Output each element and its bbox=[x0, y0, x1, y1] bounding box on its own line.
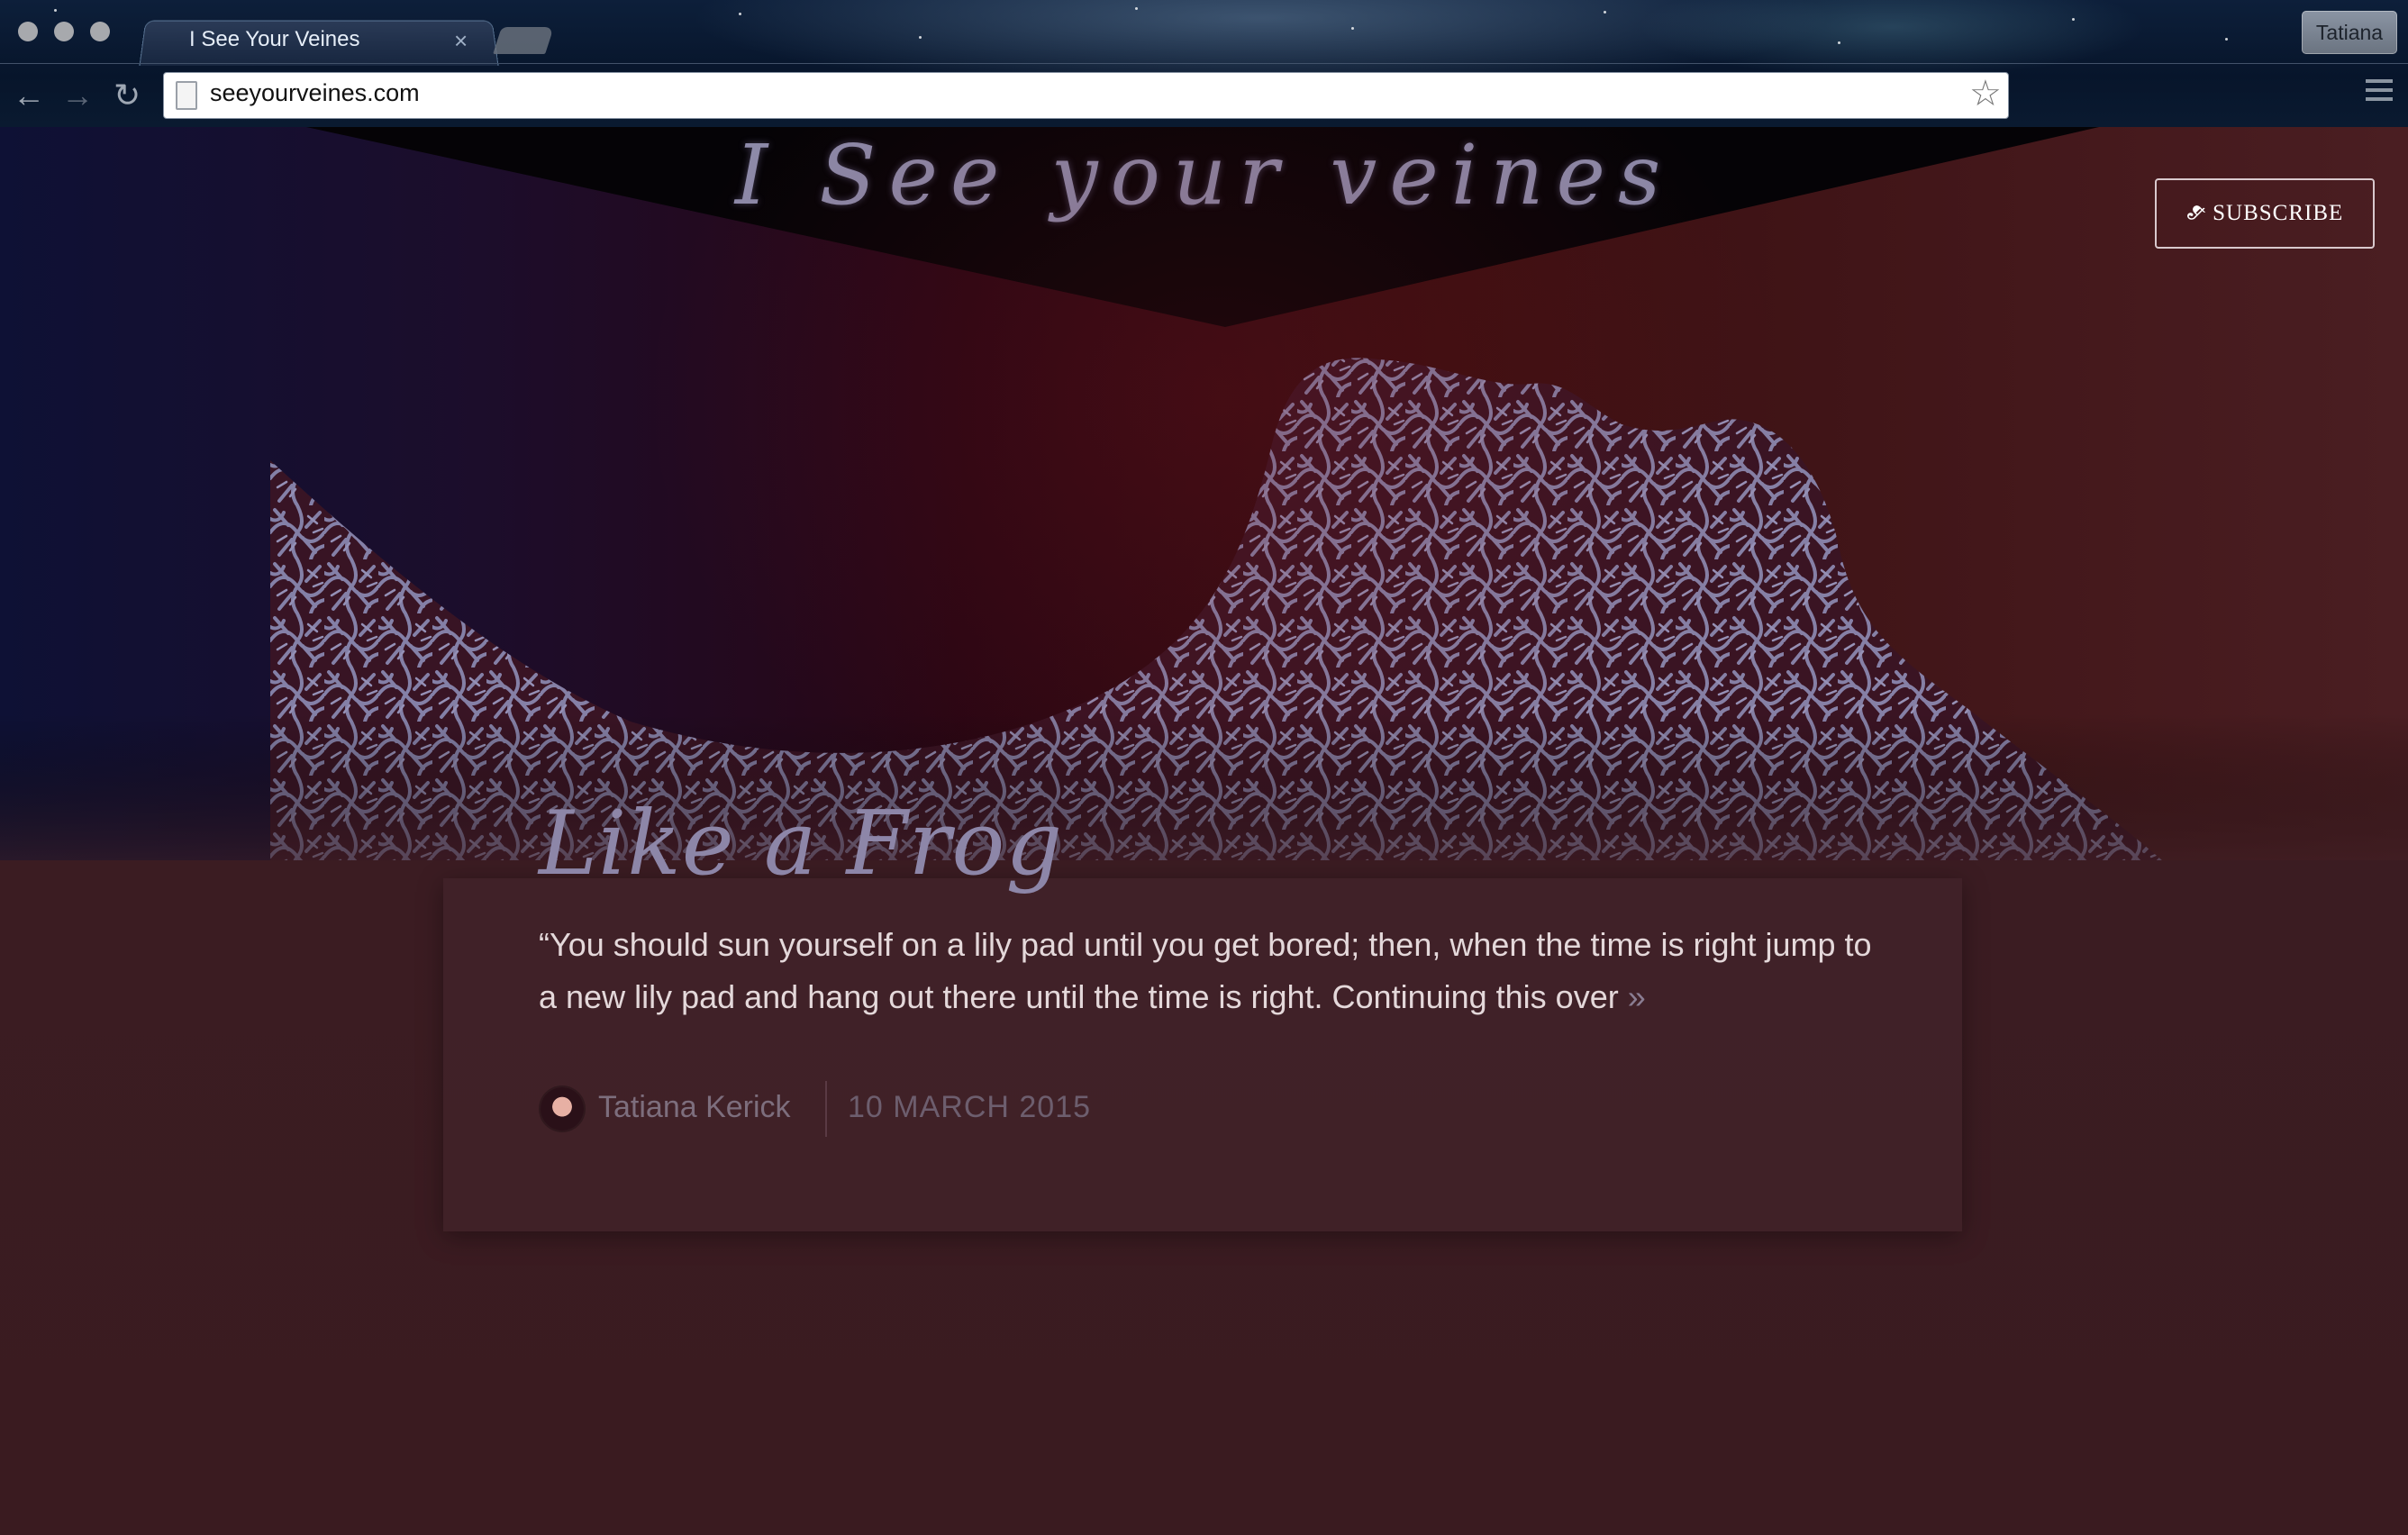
window-zoom-button[interactable] bbox=[90, 22, 110, 41]
site-title[interactable]: I See your veines bbox=[0, 127, 2408, 223]
read-more-link[interactable]: » bbox=[1628, 978, 1646, 1015]
window-close-button[interactable] bbox=[18, 22, 38, 41]
rss-icon: ❡ bbox=[2180, 199, 2209, 228]
hamburger-menu-icon[interactable] bbox=[2366, 79, 2393, 106]
tab-title: I See Your Veines bbox=[189, 27, 360, 52]
vein-mountain-illustration bbox=[0, 127, 2408, 860]
forward-icon[interactable]: → bbox=[61, 79, 94, 112]
post-date: 10 MARCH 2015 bbox=[848, 1090, 1091, 1125]
address-bar[interactable] bbox=[163, 72, 2009, 119]
toolbar-divider bbox=[0, 63, 2408, 64]
tab-close-icon[interactable]: × bbox=[454, 27, 468, 55]
browser-chrome: I See Your Veines × Tatiana ← → ↻ seeyou… bbox=[0, 0, 2408, 127]
author-avatar[interactable] bbox=[541, 1087, 584, 1131]
subscribe-label: SUBSCRIBE bbox=[2213, 201, 2343, 226]
meta-divider bbox=[825, 1081, 827, 1137]
url-text[interactable]: seeyourveines.com bbox=[210, 79, 420, 107]
web-page: I See your veines ❡ SUBSCRIBE bbox=[0, 127, 2408, 1535]
post-author[interactable]: Tatiana Kerick bbox=[598, 1090, 791, 1125]
bookmark-star-icon[interactable]: ☆ bbox=[1969, 76, 2002, 112]
post-excerpt: “You should sun yourself on a lily pad u… bbox=[539, 919, 1890, 1023]
page-icon bbox=[176, 81, 197, 110]
back-icon[interactable]: ← bbox=[13, 79, 45, 112]
new-tab-button[interactable] bbox=[493, 27, 554, 54]
profile-button[interactable]: Tatiana bbox=[2302, 11, 2397, 54]
post-title[interactable]: Like a Frog bbox=[539, 793, 1063, 895]
reload-icon[interactable]: ↻ bbox=[114, 79, 141, 112]
window-minimize-button[interactable] bbox=[54, 22, 74, 41]
hero-banner: I See your veines ❡ SUBSCRIBE bbox=[0, 127, 2408, 860]
post-excerpt-text: “You should sun yourself on a lily pad u… bbox=[539, 926, 1872, 1015]
subscribe-button[interactable]: ❡ SUBSCRIBE bbox=[2155, 178, 2375, 249]
